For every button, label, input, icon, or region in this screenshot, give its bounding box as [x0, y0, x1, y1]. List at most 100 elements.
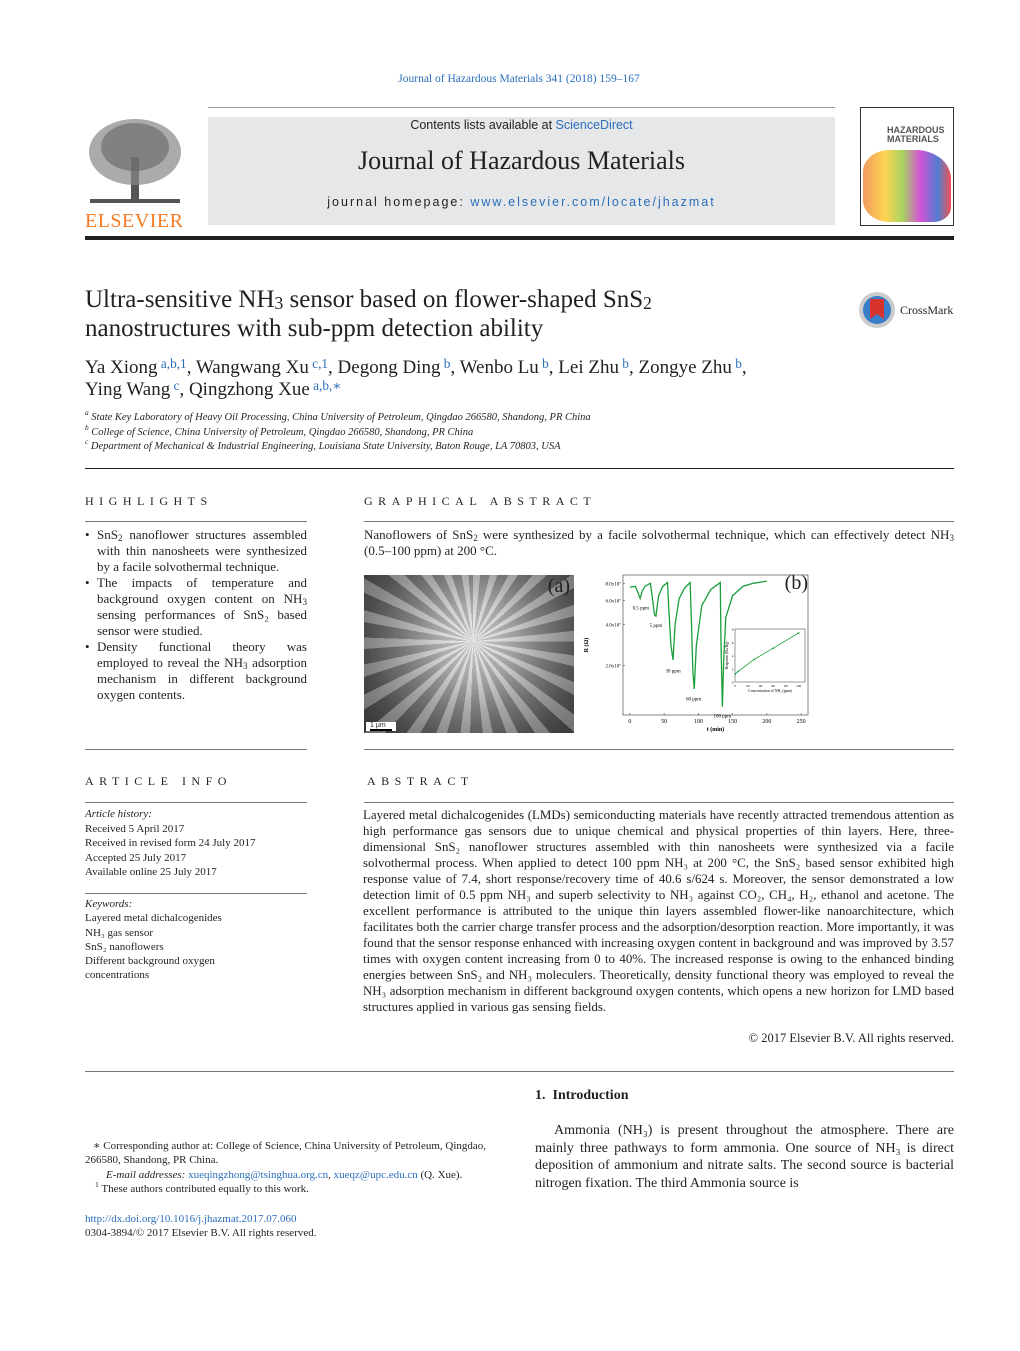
introduction-text: Ammonia (NH₃) is present throughout the …: [535, 1123, 954, 1191]
inset-data-point: [772, 647, 775, 650]
y-tick-label: 4.0x10⁷: [606, 622, 622, 628]
elsevier-wordmark: ELSEVIER: [85, 210, 184, 232]
author-affiliation-link[interactable]: c: [170, 378, 180, 393]
author-affiliation-link[interactable]: b: [539, 356, 549, 371]
divider: [85, 468, 954, 469]
inset-x-tick-label: 20: [746, 684, 750, 688]
x-axis-label: t (min): [707, 726, 725, 733]
cover-title: HAZARDOUS MATERIALS: [887, 125, 945, 144]
divider: [85, 749, 307, 750]
highlight-item: The impacts of temperature and backgroun…: [85, 575, 307, 639]
article-history: Article history: Received 5 April 2017 R…: [85, 808, 256, 878]
affiliation-b: b College of Science, China University o…: [85, 422, 474, 438]
x-tick-label: 200: [762, 719, 771, 725]
inset-y-axis-label: Response (Ra/Rg): [725, 641, 729, 669]
divider: [364, 521, 954, 522]
inset-y-tick-label: 0: [732, 681, 734, 685]
contents-line: Contents lists available at ScienceDirec…: [410, 118, 633, 132]
corresponding-author-note: ∗ Corresponding author at: College of Sc…: [85, 1140, 487, 1167]
keywords: Keywords: Layered metal dichalcogenides …: [85, 898, 222, 982]
crossmark-label: CrossMark: [900, 302, 954, 317]
divider: [85, 893, 307, 894]
inset-x-axis-label: Concentration of NH₃ (ppm): [748, 689, 792, 693]
concentration-annotation: 5 ppm: [650, 624, 663, 629]
author: Degong Ding b: [337, 356, 451, 378]
divider: [364, 802, 954, 803]
x-tick-label: 100: [694, 719, 703, 725]
affiliation-a: a State Key Laboratory of Heavy Oil Proc…: [85, 408, 591, 423]
inset-frame: [734, 628, 806, 683]
email-link[interactable]: xueqz@upc.edu.cn: [334, 1169, 418, 1181]
masthead-top-rule: [208, 107, 835, 108]
author-affiliation-link[interactable]: c,1: [309, 356, 328, 371]
concentration-annotation: 0.5 ppm: [633, 606, 650, 611]
concentration-annotation: 30 ppm: [665, 670, 680, 675]
highlights-heading: HIGHLIGHTS: [85, 494, 213, 508]
email-link[interactable]: xueqingzhong@tsinghua.org.cn: [188, 1169, 328, 1181]
journal-reference-link[interactable]: Journal of Hazardous Materials 341 (2018…: [398, 73, 639, 85]
doi-link[interactable]: http://dx.doi.org/10.1016/j.jhazmat.2017…: [85, 1213, 297, 1225]
introduction-heading: 1. Introduction: [535, 1088, 629, 1103]
y-tick-label: 8.0x10⁷: [606, 581, 622, 587]
author-affiliation-link[interactable]: b: [732, 356, 742, 371]
divider: [85, 802, 307, 803]
journal-reference[interactable]: Journal of Hazardous Materials 341 (2018…: [0, 73, 1020, 85]
highlight-item: Density functional theory was employed t…: [85, 639, 307, 703]
inset-y-tick-label: 8: [732, 628, 734, 632]
sciencedirect-link[interactable]: ScienceDirect: [556, 118, 633, 132]
author: Lei Zhu b: [558, 356, 629, 378]
inset-y-tick-label: 4: [732, 654, 734, 658]
inset-y-tick-label: 2: [732, 667, 734, 671]
abstract-text: Layered metal dichalcogenides (LMDs) sem…: [363, 808, 954, 1014]
inset-x-tick-label: 100: [796, 684, 802, 688]
panel-a-label: (a): [547, 575, 570, 597]
inset-y-tick-label: 6: [732, 641, 734, 645]
affiliation-c: c Department of Mechanical & Industrial …: [85, 437, 561, 452]
panel-b-label: (b): [784, 572, 808, 594]
homepage-link[interactable]: www.elsevier.com/locate/jhazmat: [470, 195, 715, 209]
equal-contribution-note: 1 These authors contributed equally to t…: [95, 1179, 309, 1195]
sensor-response-chart: 0 50 100 150 200 250 2.0x10⁷ 4.0x10⁷ 6.0x10⁷ 8.0x…: [580, 572, 812, 734]
divider: [85, 1071, 954, 1072]
x-tick-label: 150: [728, 719, 737, 725]
y-axis-label: R (Ω): [583, 638, 590, 653]
x-tick-label: 250: [797, 719, 806, 725]
inset-x-tick-label: 80: [784, 684, 788, 688]
highlight-item: SnS2 nanoflower structures assembled wit…: [85, 527, 307, 575]
masthead-box: Contents lists available at ScienceDirec…: [208, 117, 835, 225]
elsevier-tree-icon: [89, 119, 181, 203]
sem-image-panel: (a) 1 μm: [364, 575, 574, 733]
highlights-list: SnS2 nanoflower structures assembled wit…: [85, 527, 307, 703]
doi-block: http://dx.doi.org/10.1016/j.jhazmat.2017…: [85, 1212, 317, 1241]
author-affiliation-link[interactable]: b: [619, 356, 629, 371]
graphical-abstract-heading: GRAPHICAL ABSTRACT: [364, 494, 597, 508]
elsevier-logo: ELSEVIER: [85, 117, 185, 232]
crossmark-button[interactable]: CrossMark: [858, 291, 953, 329]
chart-svg: 0 50 100 150 200 2502.0x10⁷4.0x10⁷6.0x10⁷8.0x…: [580, 572, 812, 734]
inset-data-point: [753, 658, 755, 661]
concentration-annotation: 60 ppm: [686, 697, 701, 702]
inset-data-point: [737, 670, 740, 673]
author: Wenbo Lu b: [459, 356, 549, 378]
y-tick-label: 6.0x10⁷: [606, 598, 622, 604]
author-affiliation-link[interactable]: b: [440, 356, 451, 371]
divider: [85, 521, 307, 522]
author: Wangwang Xu c,1: [195, 356, 329, 378]
footnotes: ∗ Corresponding author at: College of Sc…: [85, 1139, 505, 1196]
author-affiliation-link[interactable]: a,b,1: [158, 356, 187, 371]
author-affiliation-link[interactable]: a,b,∗: [310, 378, 341, 393]
concentration-annotation: 100 ppm: [714, 714, 732, 719]
inset-x-tick-label: 0: [734, 684, 736, 688]
affiliations: a State Key Laboratory of Heavy Oil Proc…: [85, 408, 591, 455]
inset-x-tick-label: 40: [759, 684, 763, 688]
article-info-heading: ARTICLE INFO: [85, 774, 232, 788]
crossmark-icon: [859, 292, 895, 328]
inset-data-point: [734, 673, 737, 675]
author: Zongye Zhu b: [638, 356, 742, 378]
issn-line: 0304-3894/© 2017 Elsevier B.V. All right…: [85, 1227, 317, 1240]
scale-bar: 1 μm: [366, 722, 396, 731]
masthead-thick-rule: [85, 236, 954, 240]
divider: [364, 749, 954, 750]
email-note: E-mail addresses: xueqingzhong@tsinghua.…: [106, 1168, 463, 1181]
author: Qingzhong Xue a,b,∗: [188, 378, 342, 400]
